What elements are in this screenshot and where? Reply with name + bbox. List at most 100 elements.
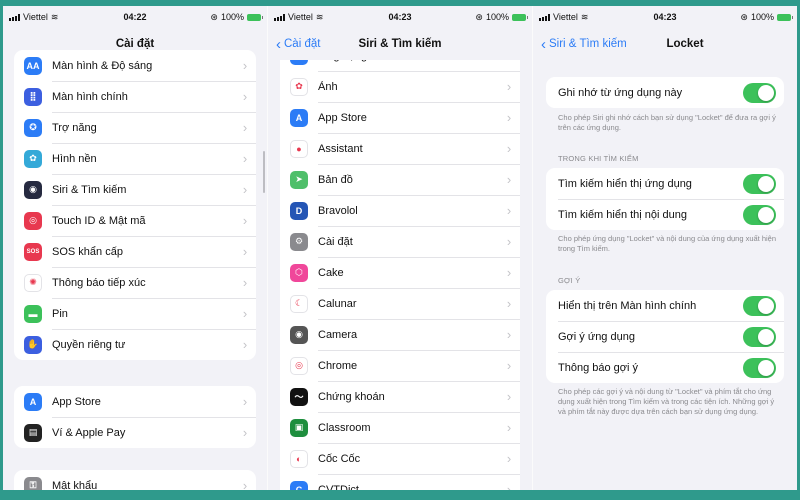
status-right: ⊛ 100% <box>442 11 528 23</box>
list-item[interactable]: AA Màn hình & Độ sáng › <box>14 50 256 81</box>
list-item-label: Thông báo tiếp xúc <box>52 276 146 289</box>
alarm-icon: ⊛ <box>475 11 483 22</box>
classroom-icon: ▣ <box>290 418 308 437</box>
list-item-label: Màn hình & Độ sáng <box>52 59 153 72</box>
list-item[interactable]: ▤ Ví & Apple Pay › <box>14 417 256 448</box>
list-item-label: Chứng khoán <box>318 390 385 403</box>
learn-from-app-toggle[interactable] <box>743 82 776 103</box>
photos-icon: ✿ <box>290 77 308 96</box>
list-item[interactable]: D Bravolol › <box>280 195 520 226</box>
chevron-right-icon: › <box>506 172 512 187</box>
list-item[interactable]: ✺ Thông báo tiếp xúc › <box>14 267 256 298</box>
chevron-right-icon: › <box>506 203 512 218</box>
chevron-right-icon: › <box>242 244 248 259</box>
search-group: Tìm kiếm hiển thị ứng dụng Tìm kiếm hiển … <box>546 168 784 230</box>
carrier: Viettel ≋ <box>9 12 93 23</box>
list-item[interactable]: ◉ Siri & Tìm kiếm › <box>14 174 256 205</box>
list-item[interactable]: ☾ Calunar › <box>280 288 520 319</box>
search-setting-toggle[interactable] <box>743 204 776 225</box>
chevron-right-icon: › <box>506 482 512 490</box>
accessibility-icon: ✪ <box>24 118 42 137</box>
list-item-label: SOS khẩn cấp <box>52 245 123 258</box>
list-item-label: Camera <box>318 328 358 341</box>
list-item[interactable]: ◉ Camera › <box>280 319 520 350</box>
wallet-icon: ▤ <box>24 423 42 442</box>
siri-search-screen: Viettel ≋ 04:23 ⊛ 100% ◫Ứng dụng thu nhỏ… <box>268 6 532 490</box>
suggest-footer: Cho phép các gợi ý và nội dung từ "Locke… <box>558 387 775 416</box>
coccoc-icon: ◐ <box>290 449 308 468</box>
chevron-right-icon: › <box>242 89 248 104</box>
list-item[interactable]: ➤ Bản đồ › <box>280 164 520 195</box>
settings-group-passwords: ⚿ Mật khẩu › <box>14 470 256 490</box>
chevron-right-icon: › <box>242 425 248 440</box>
list-item[interactable]: A App Store › <box>14 386 256 417</box>
list-item-label: Siri & Tìm kiếm <box>52 183 127 196</box>
chevron-left-icon: ‹ <box>276 35 281 53</box>
list-item-label: Chrome <box>318 359 358 372</box>
learn-group: Ghi nhớ từ ứng dụng này <box>546 77 784 108</box>
list-item-label: App Store <box>318 111 367 124</box>
list-item[interactable]: ⚙ Cài đặt › <box>280 226 520 257</box>
wifi-icon: ≋ <box>580 11 589 22</box>
list-item[interactable]: ▬ Pin › <box>14 298 256 329</box>
list-item[interactable]: ◎ Touch ID & Mật mã › <box>14 205 256 236</box>
exposure-notification-icon: ✺ <box>24 273 42 292</box>
list-item[interactable]: ✿ Hình nền › <box>14 143 256 174</box>
battery-percent: 100% <box>220 12 244 22</box>
chevron-right-icon: › <box>506 234 512 249</box>
list-item[interactable]: SOS SOS khẩn cấp › <box>14 236 256 267</box>
chevron-right-icon: › <box>506 327 512 342</box>
list-item-label: Cài đặt <box>318 235 353 248</box>
display-brightness-icon: AA <box>24 56 42 75</box>
list-item-label: CVTDict <box>318 483 359 491</box>
list-item[interactable]: ✿ Ảnh › <box>280 71 520 102</box>
list-item[interactable]: 〜 Chứng khoán › <box>280 381 520 412</box>
list-item-label: Trợ năng <box>52 121 97 134</box>
list-item[interactable]: A App Store › <box>280 102 520 133</box>
carrier: Viettel ≋ <box>274 12 358 23</box>
chevron-right-icon: › <box>506 265 512 280</box>
list-item[interactable]: ✪ Trợ năng › <box>14 112 256 143</box>
search-setting-toggle[interactable] <box>743 173 776 194</box>
list-item[interactable]: ⣿ Màn hình chính › <box>14 81 256 112</box>
wifi-icon: ≋ <box>315 11 324 22</box>
chevron-right-icon: › <box>242 478 248 490</box>
list-item-label: Pin <box>52 307 68 320</box>
list-item-label: Classroom <box>318 421 371 434</box>
status-right: ⊛ 100% <box>707 11 793 23</box>
back-button[interactable]: ‹ Cài đặt <box>276 28 320 60</box>
list-item[interactable]: ▣ Classroom › <box>280 412 520 443</box>
list-item[interactable]: ⬡ Cake › <box>280 257 520 288</box>
list-item[interactable]: ● Assistant › <box>280 133 520 164</box>
list-item[interactable]: C CVTDict › <box>280 474 520 490</box>
search-section-header: TRONG KHI TÌM KIẾM <box>558 154 639 163</box>
back-label: Cài đặt <box>284 38 321 50</box>
page-title: Cài đặt <box>115 38 155 50</box>
search-setting-row: Tìm kiếm hiển thị ứng dụng <box>546 168 784 199</box>
suggest-setting-label: Hiển thị trên Màn hình chính <box>558 299 697 312</box>
chevron-right-icon: › <box>506 389 512 404</box>
chevron-right-icon: › <box>506 358 512 373</box>
list-item[interactable]: ⚿ Mật khẩu › <box>14 470 256 490</box>
app-list: ◫Ứng dụng thu nhỏ›✿Ảnh›AApp Store›●Assis… <box>280 40 520 490</box>
suggest-setting-toggle[interactable] <box>743 357 776 378</box>
scrollbar[interactable] <box>263 151 265 193</box>
status-bar: Viettel ≋ 04:23 ⊛ 100% <box>533 6 797 28</box>
status-time: 04:23 <box>653 12 677 22</box>
suggest-setting-toggle[interactable] <box>743 326 776 347</box>
battery-icon <box>777 13 793 21</box>
list-item[interactable]: ✋ Quyền riêng tư › <box>14 329 256 360</box>
back-button[interactable]: ‹ Siri & Tìm kiếm <box>541 28 627 60</box>
list-item[interactable]: ◎ Chrome › <box>280 350 520 381</box>
list-item-label: Hình nền <box>52 152 97 165</box>
search-setting-row: Tìm kiếm hiển thị nội dung <box>546 199 784 230</box>
alarm-icon: ⊛ <box>740 11 748 22</box>
stocks-icon: 〜 <box>290 387 308 406</box>
page-title: Siri & Tìm kiếm <box>358 38 442 50</box>
siri-icon: ◉ <box>24 180 42 199</box>
suggest-section-header: GỢI Ý <box>558 276 581 285</box>
list-item-label: Touch ID & Mật mã <box>52 214 146 227</box>
suggest-setting-toggle[interactable] <box>743 295 776 316</box>
list-item[interactable]: ◐ Cốc Cốc › <box>280 443 520 474</box>
fingerprint-icon: ◎ <box>24 211 42 230</box>
